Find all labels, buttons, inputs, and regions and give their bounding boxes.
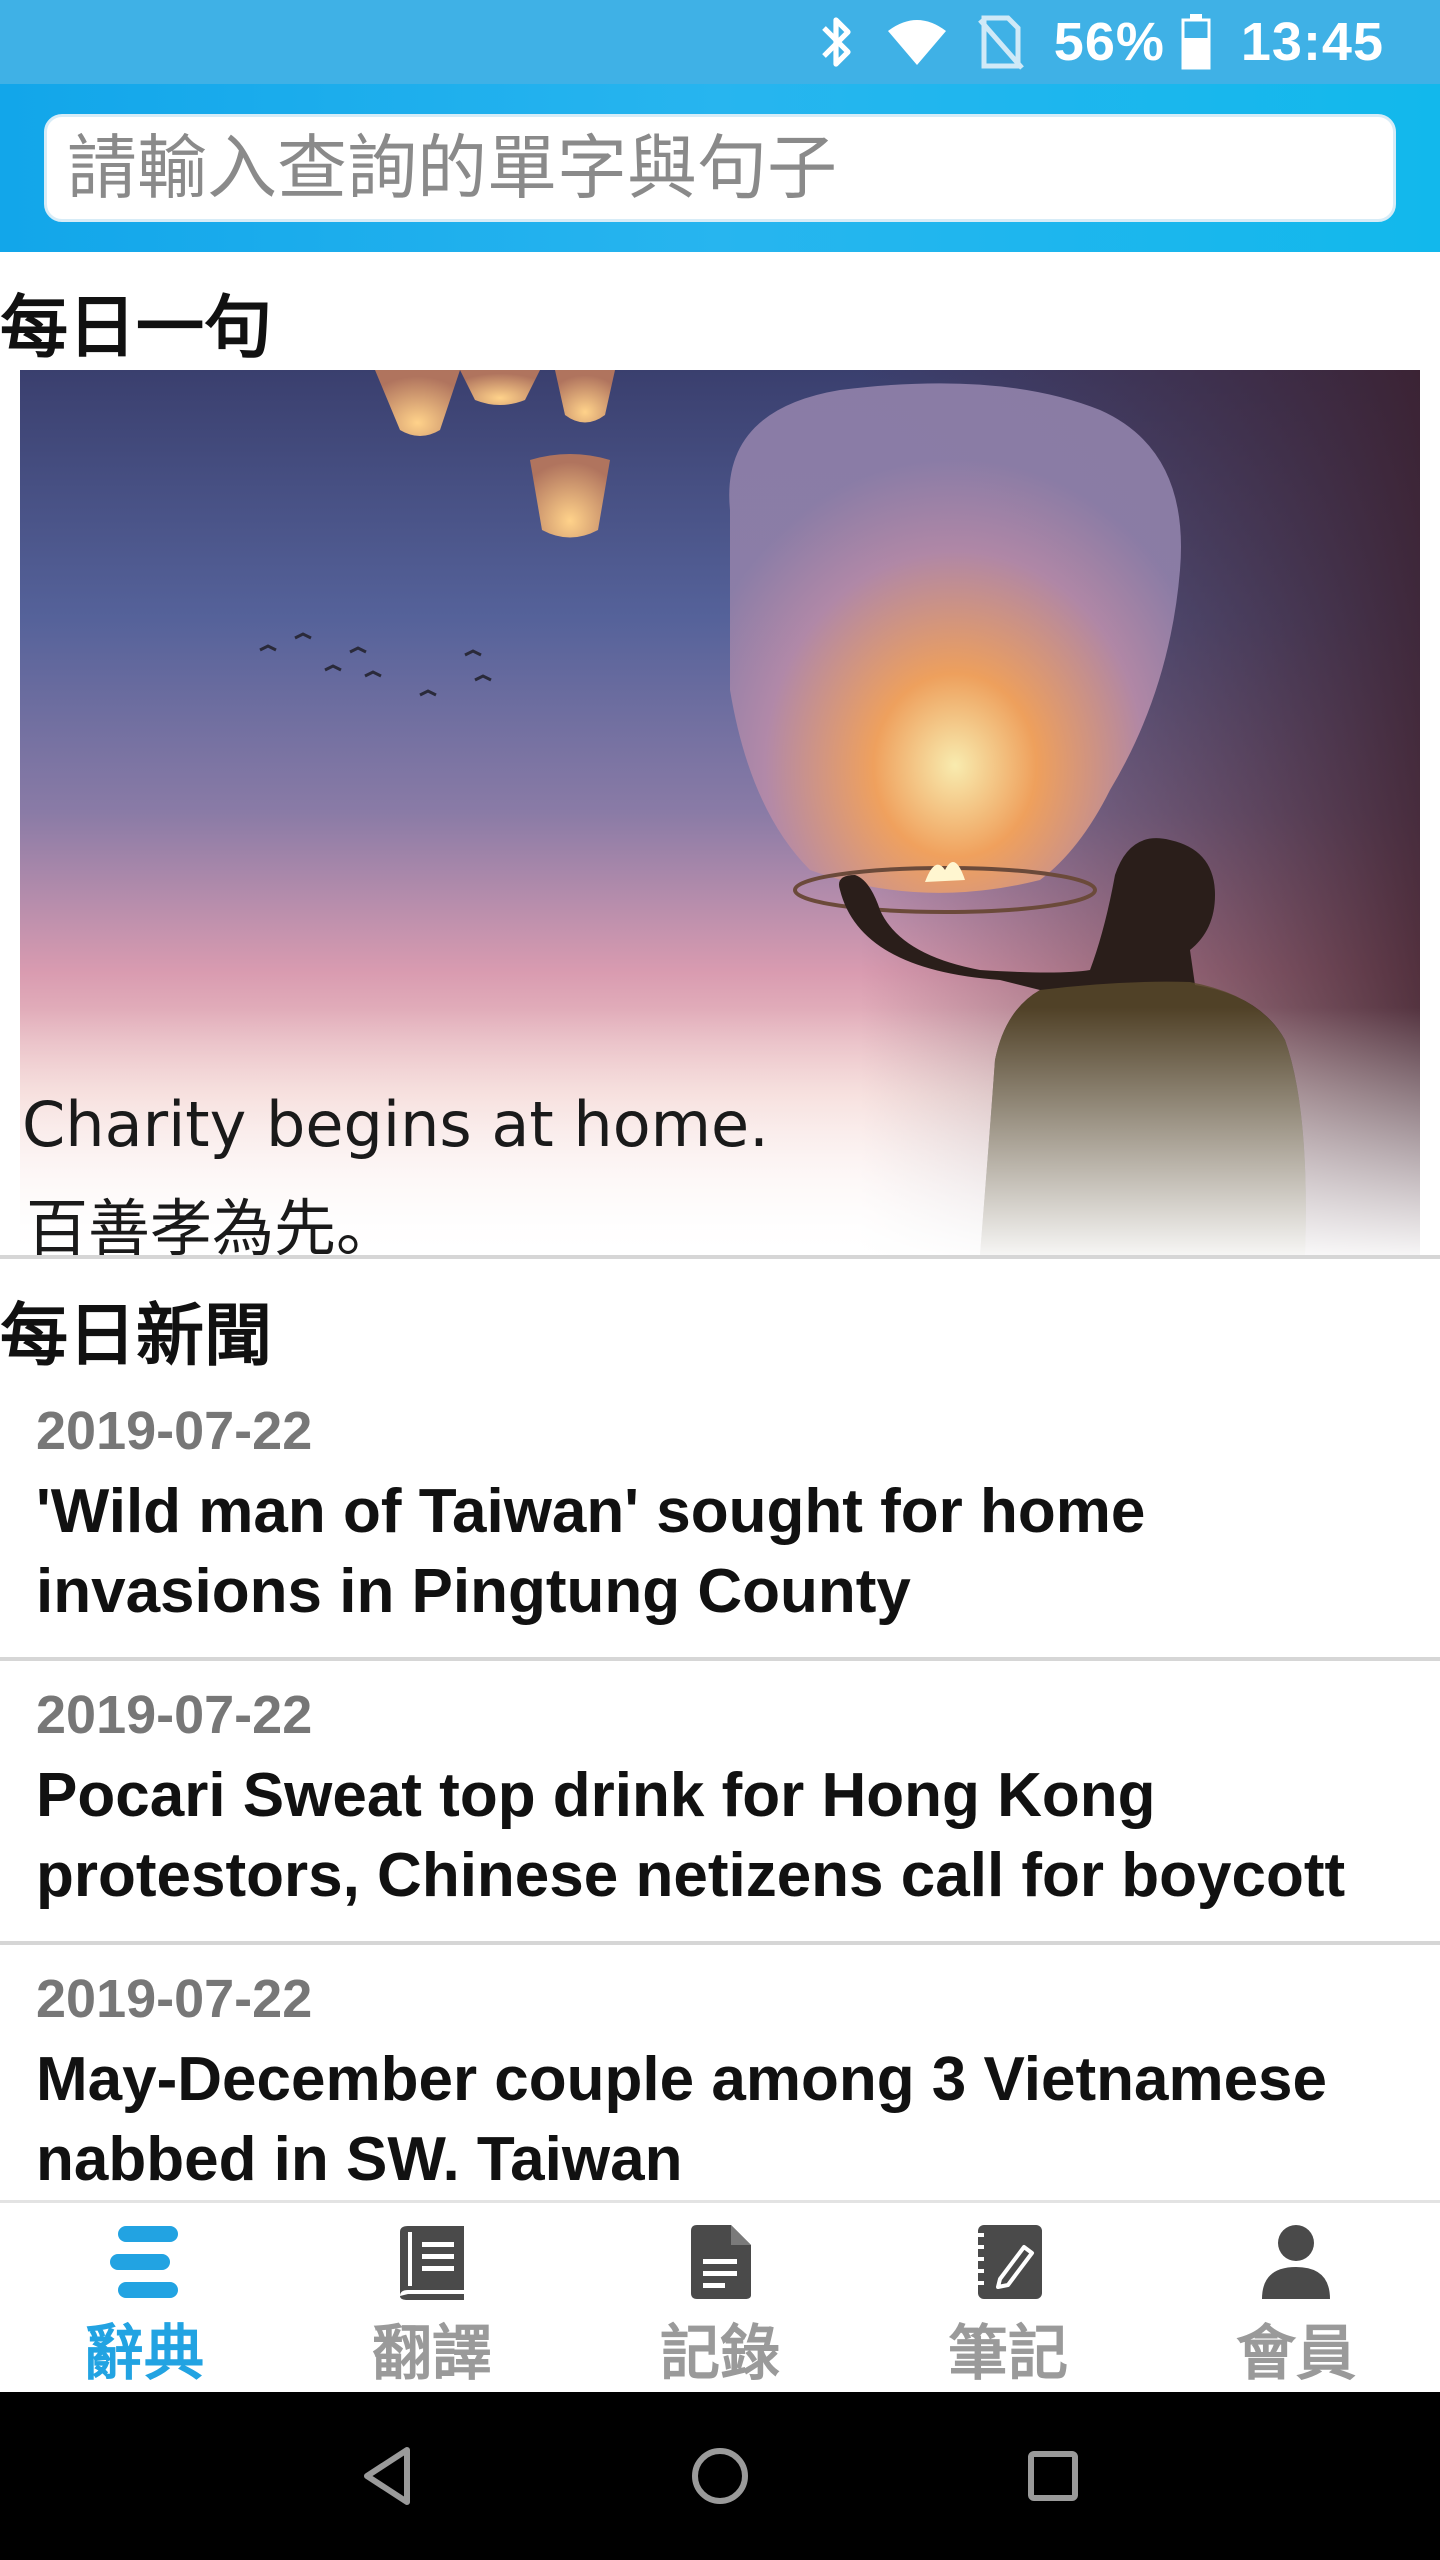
no-sim-icon — [977, 14, 1024, 70]
tab-translate[interactable]: 翻譯 — [288, 2203, 576, 2392]
battery-status: 56% — [1054, 11, 1211, 73]
battery-icon — [1181, 14, 1211, 70]
translate-book-icon — [396, 2223, 468, 2301]
battery-percent: 56% — [1053, 12, 1165, 72]
daily-news-title: 每日新聞 — [0, 1297, 273, 1376]
news-item[interactable]: 2019-07-22 Pocari Sweat top drink for Ho… — [0, 1662, 1440, 1942]
person-icon — [1260, 2223, 1332, 2301]
tab-label: 筆記 — [948, 2319, 1068, 2389]
search-header — [0, 84, 1440, 252]
news-divider — [0, 1657, 1440, 1661]
tab-member[interactable]: 會員 — [1152, 2203, 1440, 2392]
daily-sentence-title: 每日一句 — [0, 289, 273, 368]
tab-label: 記錄 — [660, 2319, 780, 2389]
news-headline[interactable]: 'Wild man of Taiwan' sought for home inv… — [36, 1472, 1416, 1632]
app-root: 56% 13:45 每日一句 — [0, 0, 1440, 2560]
daily-sentence-chinese: 百善孝為先。 — [26, 1192, 399, 1255]
notebook-pen-icon — [972, 2223, 1044, 2301]
system-nav-bar — [0, 2392, 1440, 2560]
recents-button[interactable] — [993, 2416, 1113, 2536]
tab-label: 辭典 — [84, 2319, 204, 2389]
bluetooth-icon — [816, 14, 856, 70]
tab-notes[interactable]: 筆記 — [864, 2203, 1152, 2392]
home-button[interactable] — [660, 2416, 780, 2536]
dictionary-icon — [104, 2223, 184, 2301]
status-time: 13:45 — [1240, 12, 1384, 72]
tab-dictionary[interactable]: 辭典 — [0, 2203, 288, 2392]
back-button[interactable] — [327, 2416, 447, 2536]
daily-sentence-english: Charity begins at home. — [22, 1088, 769, 1161]
daily-sentence-card[interactable]: Charity begins at home. 百善孝為先。 — [20, 370, 1420, 1255]
document-icon — [687, 2223, 753, 2301]
news-headline[interactable]: May-December couple among 3 Vietnamese n… — [36, 2040, 1416, 2200]
news-date: 2019-07-22 — [36, 1401, 313, 1461]
tab-label: 會員 — [1236, 2319, 1356, 2389]
news-divider — [0, 1941, 1440, 1945]
news-date: 2019-07-22 — [36, 1969, 313, 2029]
bottom-nav: 辭典 翻譯 記錄 筆記 會員 — [0, 2200, 1440, 2392]
news-date: 2019-07-22 — [36, 1685, 313, 1745]
section-divider — [0, 1255, 1440, 1259]
news-item[interactable]: 2019-07-22 'Wild man of Taiwan' sought f… — [0, 1380, 1440, 1658]
search-box[interactable] — [44, 114, 1396, 222]
news-item[interactable]: 2019-07-22 May-December couple among 3 V… — [0, 1946, 1440, 2200]
news-headline[interactable]: Pocari Sweat top drink for Hong Kong pro… — [36, 1756, 1416, 1916]
search-input[interactable] — [67, 117, 1393, 219]
tab-records[interactable]: 記錄 — [576, 2203, 864, 2392]
status-bar: 56% 13:45 — [0, 0, 1440, 84]
wifi-icon — [886, 17, 948, 67]
tab-label: 翻譯 — [372, 2319, 492, 2389]
